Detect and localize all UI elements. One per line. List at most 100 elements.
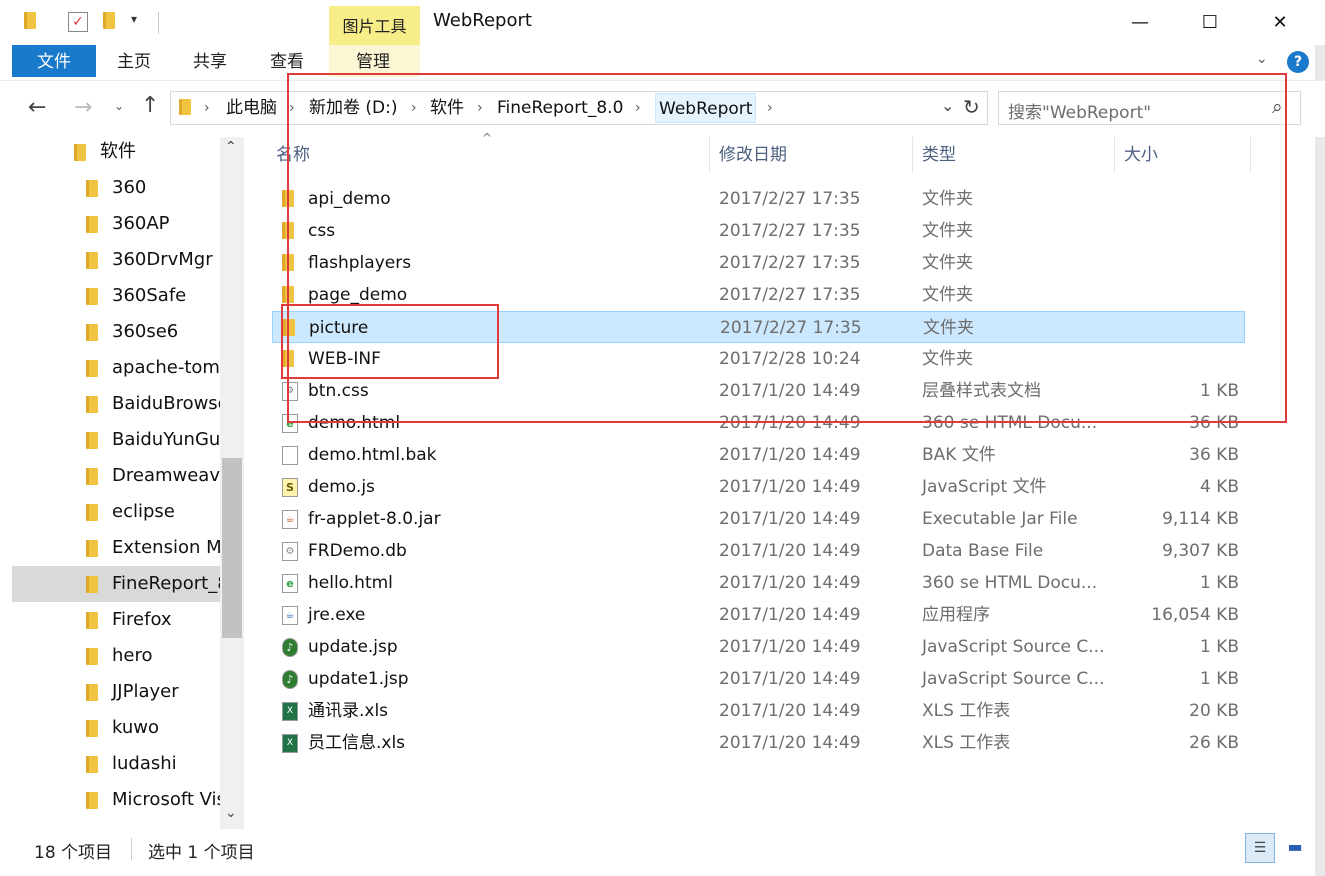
sidebar-item-label: BaiduYunGu (112, 429, 221, 450)
sidebar-item-firefox[interactable]: Firefox (12, 602, 222, 638)
file-row[interactable]: ☕ fr-applet-8.0.jar 2017/1/20 14:49 Exec… (272, 503, 1245, 535)
sidebar-item-label: eclipse (112, 501, 175, 522)
sidebar-item-360drvmgr[interactable]: 360DrvMgr (12, 242, 222, 278)
file-row[interactable]: demo.html.bak 2017/1/20 14:49 BAK 文件 36 … (272, 439, 1245, 471)
folder-icon (86, 756, 98, 773)
sidebar-item-label: 360AP (112, 213, 170, 234)
file-row[interactable]: S demo.js 2017/1/20 14:49 JavaScript 文件 … (272, 471, 1245, 503)
file-size: 1 KB (1199, 637, 1239, 657)
sidebar-item-kuwo[interactable]: kuwo (12, 710, 222, 746)
file-row[interactable]: ♪ update1.jsp 2017/1/20 14:49 JavaScript… (272, 663, 1245, 695)
folder-icon (24, 12, 36, 33)
sidebar-item-label: 软件 (100, 141, 136, 162)
sidebar-item-hero[interactable]: hero (12, 638, 222, 674)
file-date: 2017/1/20 14:49 (719, 733, 861, 753)
file-row[interactable]: e hello.html 2017/1/20 14:49 360 se HTML… (272, 567, 1245, 599)
forward-arrow-icon[interactable]: → (74, 95, 92, 120)
sidebar-item-eclipse[interactable]: eclipse (12, 494, 222, 530)
close-button[interactable]: ✕ (1245, 0, 1315, 45)
file-size: 9,114 KB (1162, 509, 1239, 529)
chevron-right-icon: › (204, 100, 210, 116)
sidebar-scrollbar-thumb[interactable] (222, 458, 242, 638)
file-type: 应用程序 (922, 605, 990, 625)
up-arrow-icon[interactable]: ↑ (141, 93, 159, 118)
file-type: JavaScript Source C... (922, 637, 1105, 657)
sidebar-item-360ap[interactable]: 360AP (12, 206, 222, 242)
title-bar: ✓ ▾ 图片工具 WebReport — ☐ ✕ (0, 0, 1325, 45)
db-file-icon: ⚙ (282, 542, 298, 561)
folder-icon (86, 360, 98, 377)
sidebar-item-label: ludashi (112, 753, 177, 774)
sidebar-item-label: Extension M (112, 537, 222, 558)
selected-count: 选中 1 个项目 (148, 843, 255, 863)
maximize-button[interactable]: ☐ (1175, 0, 1245, 45)
file-date: 2017/1/20 14:49 (719, 573, 861, 593)
file-type: Data Base File (922, 541, 1044, 561)
tab-home[interactable]: 主页 (104, 45, 164, 77)
sidebar-item-finereport[interactable]: FineReport_8 (12, 566, 222, 602)
window-title: WebReport (433, 10, 532, 31)
help-icon[interactable]: ? (1287, 51, 1309, 73)
file-type: XLS 工作表 (922, 733, 1011, 753)
details-view-icon[interactable]: ☰ (1245, 833, 1275, 863)
folder-icon (86, 684, 98, 701)
folder-icon (86, 252, 98, 269)
sidebar-item-label: 360Safe (112, 285, 187, 306)
file-row[interactable]: ⚙ FRDemo.db 2017/1/20 14:49 Data Base Fi… (272, 535, 1245, 567)
blank-file-icon (282, 446, 298, 465)
file-date: 2017/1/20 14:49 (719, 541, 861, 561)
folder-icon (86, 288, 98, 305)
file-type: BAK 文件 (922, 445, 996, 465)
folder-icon (86, 468, 98, 485)
file-type: JavaScript Source C... (922, 669, 1105, 689)
sidebar-item-baidubrowser[interactable]: BaiduBrowse (12, 386, 222, 422)
sidebar-item-extension-manager[interactable]: Extension M (12, 530, 222, 566)
minimize-button[interactable]: — (1105, 0, 1175, 45)
sidebar-item-360se6[interactable]: 360se6 (12, 314, 222, 350)
file-size: 26 KB (1189, 733, 1239, 753)
file-date: 2017/1/20 14:49 (719, 509, 861, 529)
sidebar-item-software[interactable]: 软件 (12, 137, 222, 170)
file-date: 2017/1/20 14:49 (719, 669, 861, 689)
file-row[interactable]: X 员工信息.xls 2017/1/20 14:49 XLS 工作表 26 KB (272, 727, 1245, 759)
folder-icon (86, 576, 98, 593)
sidebar-item-dreamweaver[interactable]: Dreamweave (12, 458, 222, 494)
file-row[interactable]: ♪ update.jsp 2017/1/20 14:49 JavaScript … (272, 631, 1245, 663)
file-size: 1 KB (1199, 573, 1239, 593)
back-arrow-icon[interactable]: ← (28, 95, 46, 120)
sidebar-item-label: 360se6 (112, 321, 179, 342)
new-folder-icon[interactable] (103, 12, 115, 33)
chevron-down-icon[interactable]: ⌄ (225, 805, 237, 821)
customize-toolbar-icon[interactable]: ▾ (131, 12, 137, 26)
large-icons-view-icon[interactable]: ▬ (1280, 833, 1310, 863)
sidebar-item-apache-tomcat[interactable]: apache-tomc (12, 350, 222, 386)
sidebar-item-jjplayer[interactable]: JJPlayer (12, 674, 222, 710)
sidebar-item-360safe[interactable]: 360Safe (12, 278, 222, 314)
file-name: FRDemo.db (308, 541, 407, 561)
file-row[interactable]: ☕ jre.exe 2017/1/20 14:49 应用程序 16,054 KB (272, 599, 1245, 631)
expand-ribbon-icon[interactable]: ⌄ (1256, 51, 1268, 67)
html-file-icon: e (282, 574, 298, 593)
jar-file-icon: ☕ (282, 510, 298, 529)
folder-icon (74, 144, 86, 161)
file-date: 2017/1/20 14:49 (719, 445, 861, 465)
folder-icon (179, 99, 191, 119)
recent-locations-icon[interactable]: ⌄ (114, 99, 124, 113)
sidebar-item-label: Dreamweave (112, 465, 222, 486)
sidebar-item-ludashi[interactable]: ludashi (12, 746, 222, 782)
sidebar-item-microsoft-visual[interactable]: Microsoft Vis (12, 782, 222, 818)
sidebar-item-360[interactable]: 360 (12, 170, 222, 206)
file-type: XLS 工作表 (922, 701, 1011, 721)
js-file-icon: S (282, 478, 298, 497)
sidebar-item-baiduyunguanjia[interactable]: BaiduYunGu (12, 422, 222, 458)
properties-icon[interactable]: ✓ (68, 12, 88, 32)
tab-share[interactable]: 共享 (180, 45, 240, 77)
breadcrumb-this-pc[interactable]: 此电脑 (226, 92, 277, 124)
chevron-up-icon[interactable]: ⌃ (225, 139, 237, 155)
exe-file-icon: ☕ (282, 606, 298, 625)
sidebar-item-label: Firefox (112, 609, 172, 630)
sidebar-item-label: Microsoft Vis (112, 789, 222, 810)
file-size: 36 KB (1189, 445, 1239, 465)
file-size: 1 KB (1199, 669, 1239, 689)
file-row[interactable]: X 通讯录.xls 2017/1/20 14:49 XLS 工作表 20 KB (272, 695, 1245, 727)
